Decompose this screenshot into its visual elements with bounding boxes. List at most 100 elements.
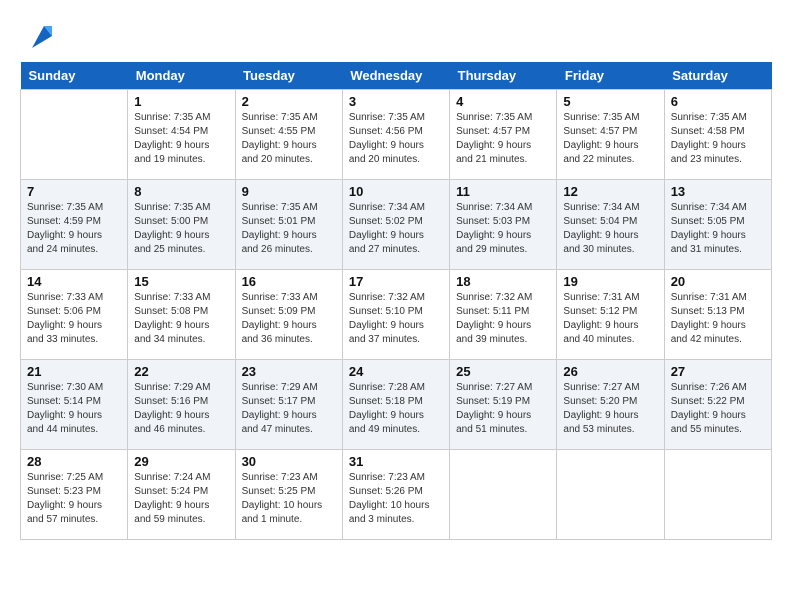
calendar-cell: 2 Sunrise: 7:35 AMSunset: 4:55 PMDaylight… bbox=[235, 90, 342, 180]
cell-sun-info: Sunrise: 7:34 AMSunset: 5:05 PMDaylight:… bbox=[671, 201, 765, 257]
calendar-cell: 7 Sunrise: 7:35 AMSunset: 4:59 PMDaylight… bbox=[21, 180, 128, 270]
day-number: 18 bbox=[456, 274, 550, 289]
calendar-cell: 1 Sunrise: 7:35 AMSunset: 4:54 PMDaylight… bbox=[128, 90, 235, 180]
calendar-cell: 31Sunrise: 7:23 AMSunset: 5:26 PMDayligh… bbox=[342, 450, 449, 540]
calendar-cell: 28 Sunrise: 7:25 AMSunset: 5:23 PMDayligh… bbox=[21, 450, 128, 540]
calendar-cell bbox=[557, 450, 664, 540]
day-number: 26 bbox=[563, 364, 657, 379]
calendar-week-row: 14 Sunrise: 7:33 AMSunset: 5:06 PMDayligh… bbox=[21, 270, 772, 360]
day-number: 30 bbox=[242, 454, 336, 469]
cell-sun-info: Sunrise: 7:30 AMSunset: 5:14 PMDaylight:… bbox=[27, 381, 121, 437]
day-number: 8 bbox=[134, 184, 228, 199]
cell-sun-info: Sunrise: 7:28 AMSunset: 5:18 PMDaylight:… bbox=[349, 381, 443, 437]
cell-sun-info: Sunrise: 7:33 AMSunset: 5:06 PMDaylight:… bbox=[27, 291, 121, 347]
calendar-cell: 18 Sunrise: 7:32 AMSunset: 5:11 PMDayligh… bbox=[450, 270, 557, 360]
cell-sun-info: Sunrise: 7:34 AMSunset: 5:04 PMDaylight:… bbox=[563, 201, 657, 257]
day-number: 23 bbox=[242, 364, 336, 379]
weekday-header-thursday: Thursday bbox=[450, 62, 557, 90]
cell-sun-info: Sunrise: 7:35 AMSunset: 4:54 PMDaylight:… bbox=[134, 111, 228, 167]
cell-sun-info: Sunrise: 7:35 AMSunset: 5:00 PMDaylight:… bbox=[134, 201, 228, 257]
calendar-cell: 16 Sunrise: 7:33 AMSunset: 5:09 PMDayligh… bbox=[235, 270, 342, 360]
cell-sun-info: Sunrise: 7:33 AMSunset: 5:09 PMDaylight:… bbox=[242, 291, 336, 347]
cell-sun-info: Sunrise: 7:31 AMSunset: 5:12 PMDaylight:… bbox=[563, 291, 657, 347]
calendar-cell: 11 Sunrise: 7:34 AMSunset: 5:03 PMDayligh… bbox=[450, 180, 557, 270]
calendar-cell: 9Sunrise: 7:35 AMSunset: 5:01 PMDaylight… bbox=[235, 180, 342, 270]
day-number: 25 bbox=[456, 364, 550, 379]
calendar-cell: 27 Sunrise: 7:26 AMSunset: 5:22 PMDayligh… bbox=[664, 360, 771, 450]
day-number: 29 bbox=[134, 454, 228, 469]
calendar-cell bbox=[664, 450, 771, 540]
cell-sun-info: Sunrise: 7:29 AMSunset: 5:16 PMDaylight:… bbox=[134, 381, 228, 437]
day-number: 3 bbox=[349, 94, 443, 109]
calendar-cell: 3Sunrise: 7:35 AMSunset: 4:56 PMDaylight… bbox=[342, 90, 449, 180]
cell-sun-info: Sunrise: 7:35 AMSunset: 4:59 PMDaylight:… bbox=[27, 201, 121, 257]
cell-sun-info: Sunrise: 7:29 AMSunset: 5:17 PMDaylight:… bbox=[242, 381, 336, 437]
calendar-table: SundayMondayTuesdayWednesdayThursdayFrid… bbox=[20, 62, 772, 540]
day-number: 14 bbox=[27, 274, 121, 289]
cell-sun-info: Sunrise: 7:23 AMSunset: 5:25 PMDaylight:… bbox=[242, 471, 336, 527]
day-number: 19 bbox=[563, 274, 657, 289]
calendar-cell: 13 Sunrise: 7:34 AMSunset: 5:05 PMDayligh… bbox=[664, 180, 771, 270]
cell-sun-info: Sunrise: 7:35 AMSunset: 4:57 PMDaylight:… bbox=[563, 111, 657, 167]
day-number: 2 bbox=[242, 94, 336, 109]
cell-sun-info: Sunrise: 7:35 AMSunset: 4:58 PMDaylight:… bbox=[671, 111, 765, 167]
day-number: 17 bbox=[349, 274, 443, 289]
weekday-header-sunday: Sunday bbox=[21, 62, 128, 90]
weekday-header-friday: Friday bbox=[557, 62, 664, 90]
weekday-header-monday: Monday bbox=[128, 62, 235, 90]
logo bbox=[20, 20, 54, 52]
calendar-cell bbox=[21, 90, 128, 180]
page-header bbox=[20, 20, 772, 52]
day-number: 27 bbox=[671, 364, 765, 379]
cell-sun-info: Sunrise: 7:31 AMSunset: 5:13 PMDaylight:… bbox=[671, 291, 765, 347]
day-number: 22 bbox=[134, 364, 228, 379]
day-number: 6 bbox=[671, 94, 765, 109]
cell-sun-info: Sunrise: 7:32 AMSunset: 5:11 PMDaylight:… bbox=[456, 291, 550, 347]
calendar-cell: 17 Sunrise: 7:32 AMSunset: 5:10 PMDayligh… bbox=[342, 270, 449, 360]
day-number: 20 bbox=[671, 274, 765, 289]
cell-sun-info: Sunrise: 7:35 AMSunset: 4:55 PMDaylight:… bbox=[242, 111, 336, 167]
calendar-week-row: 1 Sunrise: 7:35 AMSunset: 4:54 PMDaylight… bbox=[21, 90, 772, 180]
cell-sun-info: Sunrise: 7:27 AMSunset: 5:20 PMDaylight:… bbox=[563, 381, 657, 437]
day-number: 28 bbox=[27, 454, 121, 469]
cell-sun-info: Sunrise: 7:35 AMSunset: 4:57 PMDaylight:… bbox=[456, 111, 550, 167]
cell-sun-info: Sunrise: 7:25 AMSunset: 5:23 PMDaylight:… bbox=[27, 471, 121, 527]
day-number: 16 bbox=[242, 274, 336, 289]
calendar-cell: 5 Sunrise: 7:35 AMSunset: 4:57 PMDaylight… bbox=[557, 90, 664, 180]
cell-sun-info: Sunrise: 7:34 AMSunset: 5:03 PMDaylight:… bbox=[456, 201, 550, 257]
calendar-cell: 15Sunrise: 7:33 AMSunset: 5:08 PMDayligh… bbox=[128, 270, 235, 360]
calendar-week-row: 7 Sunrise: 7:35 AMSunset: 4:59 PMDaylight… bbox=[21, 180, 772, 270]
calendar-cell: 25 Sunrise: 7:27 AMSunset: 5:19 PMDayligh… bbox=[450, 360, 557, 450]
day-number: 4 bbox=[456, 94, 550, 109]
cell-sun-info: Sunrise: 7:35 AMSunset: 5:01 PMDaylight:… bbox=[242, 201, 336, 257]
cell-sun-info: Sunrise: 7:27 AMSunset: 5:19 PMDaylight:… bbox=[456, 381, 550, 437]
calendar-cell: 24Sunrise: 7:28 AMSunset: 5:18 PMDayligh… bbox=[342, 360, 449, 450]
day-number: 5 bbox=[563, 94, 657, 109]
cell-sun-info: Sunrise: 7:26 AMSunset: 5:22 PMDaylight:… bbox=[671, 381, 765, 437]
calendar-week-row: 21Sunrise: 7:30 AMSunset: 5:14 PMDayligh… bbox=[21, 360, 772, 450]
calendar-cell: 14 Sunrise: 7:33 AMSunset: 5:06 PMDayligh… bbox=[21, 270, 128, 360]
calendar-cell: 21Sunrise: 7:30 AMSunset: 5:14 PMDayligh… bbox=[21, 360, 128, 450]
calendar-cell: 23 Sunrise: 7:29 AMSunset: 5:17 PMDayligh… bbox=[235, 360, 342, 450]
calendar-week-row: 28 Sunrise: 7:25 AMSunset: 5:23 PMDayligh… bbox=[21, 450, 772, 540]
calendar-cell: 22 Sunrise: 7:29 AMSunset: 5:16 PMDayligh… bbox=[128, 360, 235, 450]
day-number: 13 bbox=[671, 184, 765, 199]
cell-sun-info: Sunrise: 7:24 AMSunset: 5:24 PMDaylight:… bbox=[134, 471, 228, 527]
calendar-cell: 8 Sunrise: 7:35 AMSunset: 5:00 PMDaylight… bbox=[128, 180, 235, 270]
weekday-header-wednesday: Wednesday bbox=[342, 62, 449, 90]
logo-icon bbox=[22, 20, 54, 52]
cell-sun-info: Sunrise: 7:34 AMSunset: 5:02 PMDaylight:… bbox=[349, 201, 443, 257]
calendar-cell: 10 Sunrise: 7:34 AMSunset: 5:02 PMDayligh… bbox=[342, 180, 449, 270]
day-number: 1 bbox=[134, 94, 228, 109]
calendar-cell: 6 Sunrise: 7:35 AMSunset: 4:58 PMDaylight… bbox=[664, 90, 771, 180]
weekday-header-tuesday: Tuesday bbox=[235, 62, 342, 90]
calendar-cell: 12Sunrise: 7:34 AMSunset: 5:04 PMDayligh… bbox=[557, 180, 664, 270]
day-number: 10 bbox=[349, 184, 443, 199]
cell-sun-info: Sunrise: 7:32 AMSunset: 5:10 PMDaylight:… bbox=[349, 291, 443, 347]
calendar-cell: 30 Sunrise: 7:23 AMSunset: 5:25 PMDayligh… bbox=[235, 450, 342, 540]
day-number: 7 bbox=[27, 184, 121, 199]
day-number: 31 bbox=[349, 454, 443, 469]
weekday-header-saturday: Saturday bbox=[664, 62, 771, 90]
cell-sun-info: Sunrise: 7:33 AMSunset: 5:08 PMDaylight:… bbox=[134, 291, 228, 347]
day-number: 11 bbox=[456, 184, 550, 199]
